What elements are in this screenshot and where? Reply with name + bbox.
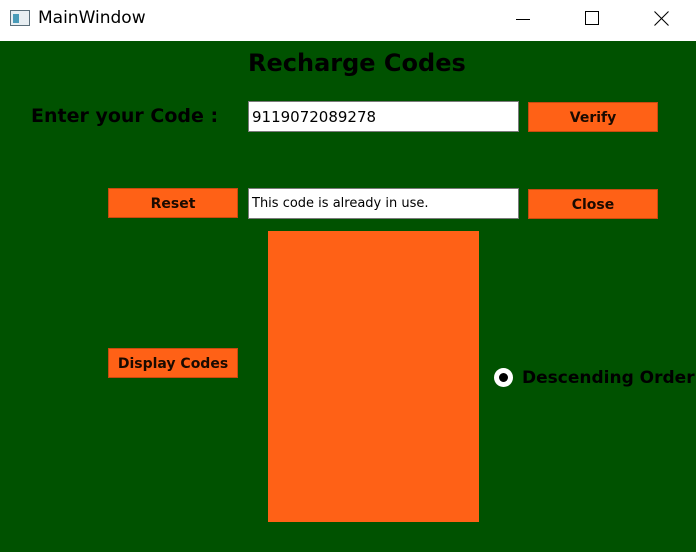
radio-selected-dot — [499, 373, 508, 382]
reset-button[interactable]: Reset — [108, 188, 238, 218]
status-message-field[interactable]: This code is already in use. — [248, 188, 519, 219]
close-window-button[interactable] — [638, 0, 684, 38]
main-window: MainWindow Recharge Codes Enter your Cod… — [0, 0, 696, 552]
title-bar[interactable]: MainWindow — [0, 0, 696, 41]
minimize-icon — [516, 19, 530, 20]
close-icon — [654, 11, 669, 26]
codes-list[interactable] — [268, 231, 479, 522]
maximize-icon — [585, 11, 599, 25]
window-title: MainWindow — [38, 8, 146, 28]
descending-order-label[interactable]: Descending Order — [522, 368, 695, 388]
verify-button[interactable]: Verify — [528, 102, 658, 132]
page-title: Recharge Codes — [248, 49, 466, 77]
minimize-button[interactable] — [500, 0, 546, 38]
maximize-button[interactable] — [569, 0, 615, 38]
client-area: Recharge Codes Enter your Code : Verify … — [0, 41, 696, 552]
app-window-icon — [10, 10, 30, 26]
display-codes-button[interactable]: Display Codes — [108, 348, 238, 378]
close-button[interactable]: Close — [528, 189, 658, 219]
descending-order-radio[interactable] — [494, 368, 513, 387]
code-input[interactable] — [248, 101, 519, 132]
code-label: Enter your Code : — [31, 105, 219, 127]
